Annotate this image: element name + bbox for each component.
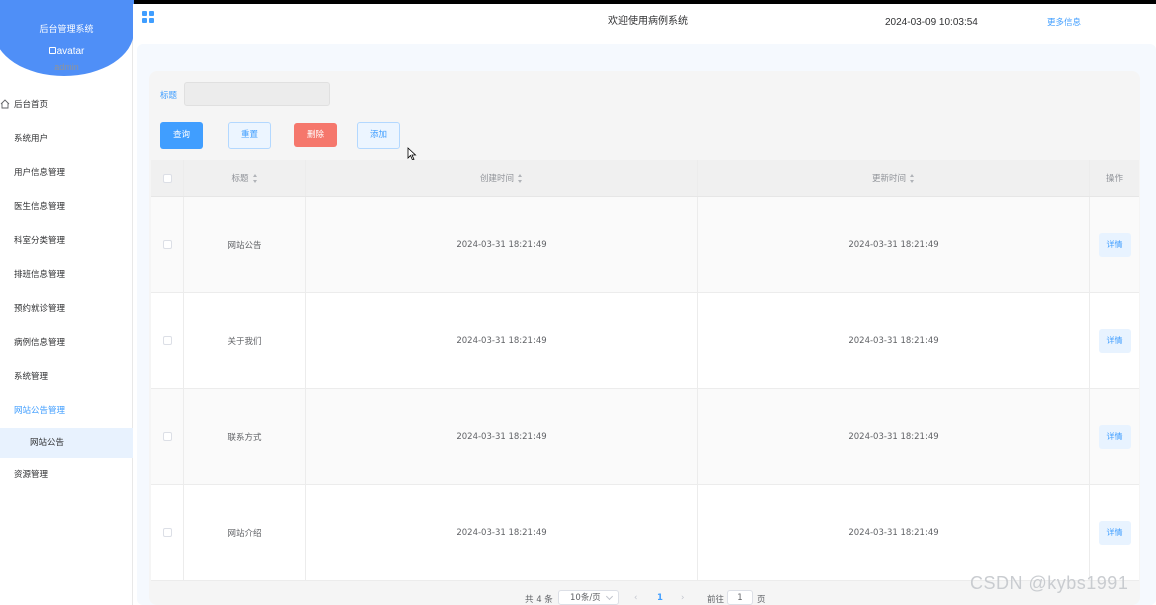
reset-button[interactable]: 重置: [228, 122, 271, 149]
table-row: 联系方式 2024-03-31 18:21:49 2024-03-31 18:2…: [151, 389, 1139, 485]
table-row: 关于我们 2024-03-31 18:21:49 2024-03-31 18:2…: [151, 293, 1139, 389]
cell-action: 详情: [1090, 197, 1139, 292]
add-button[interactable]: 添加: [357, 122, 400, 149]
cell-updated: 2024-03-31 18:21:49: [698, 197, 1090, 292]
sidebar-item-label: 用户信息管理: [14, 168, 66, 178]
header: 欢迎使用病例系统 2024-03-09 10:03:54 更多信息: [133, 4, 1156, 40]
broken-image-icon: [48, 47, 56, 54]
cell-action: 详情: [1090, 293, 1139, 388]
cell-action: 详情: [1090, 485, 1139, 580]
detail-button[interactable]: 详情: [1098, 232, 1131, 257]
menu-toggle-icon[interactable]: [142, 11, 154, 23]
row-checkbox[interactable]: [162, 432, 172, 441]
prev-page-button[interactable]: ‹: [634, 593, 637, 603]
cell-created: 2024-03-31 18:21:49: [306, 485, 698, 580]
username: admin: [54, 62, 79, 72]
sidebar-item-doctor-info[interactable]: 医生信息管理: [0, 190, 133, 224]
row-checkbox-cell: [151, 293, 184, 388]
page-number-current[interactable]: 1: [657, 593, 663, 603]
sidebar-item-appointment[interactable]: 预约就诊管理: [0, 292, 133, 326]
query-button[interactable]: 查询: [160, 122, 203, 149]
sidebar-item-system-manage[interactable]: 系统管理: [0, 360, 133, 394]
detail-button[interactable]: 详情: [1098, 520, 1131, 545]
sidebar-item-department[interactable]: 科室分类管理: [0, 224, 133, 258]
column-header-created[interactable]: 创建时间: [306, 160, 698, 196]
page-title: 欢迎使用病例系统: [608, 16, 688, 27]
cell-action: 详情: [1090, 389, 1139, 484]
pagination-total: 共 4 条: [525, 595, 553, 605]
cell-created: 2024-03-31 18:21:49: [306, 389, 698, 484]
more-info-link[interactable]: 更多信息: [1047, 16, 1081, 28]
sidebar-item-schedule[interactable]: 排班信息管理: [0, 258, 133, 292]
search-label: 标题: [160, 91, 178, 101]
sidebar-item-label: 系统用户: [14, 134, 49, 144]
cell-title: 联系方式: [184, 389, 306, 484]
sidebar-item-case-info[interactable]: 病例信息管理: [0, 326, 133, 360]
sidebar-item-label: 资源管理: [14, 470, 49, 480]
detail-button[interactable]: 详情: [1098, 328, 1131, 353]
detail-button[interactable]: 详情: [1098, 424, 1131, 449]
datetime: 2024-03-09 10:03:54: [885, 17, 978, 28]
select-all-checkbox[interactable]: [162, 173, 172, 183]
goto-label: 前往: [707, 595, 725, 605]
row-checkbox[interactable]: [162, 528, 172, 537]
avatar: avatar: [0, 46, 133, 57]
sidebar-item-label: 预约就诊管理: [14, 304, 66, 314]
title-search-input[interactable]: [184, 82, 330, 106]
home-icon: [0, 99, 10, 109]
sidebar-item-user-info[interactable]: 用户信息管理: [0, 156, 133, 190]
header-checkbox-cell: [151, 160, 184, 196]
table-header: 标题 创建时间 更新时间 操作: [151, 160, 1139, 197]
row-checkbox-cell: [151, 197, 184, 292]
row-checkbox-cell: [151, 389, 184, 484]
delete-button[interactable]: 删除: [294, 123, 337, 147]
sidebar-menu: 后台首页 系统用户 用户信息管理 医生信息管理 科室分类管理 排班信息管理 预约…: [0, 88, 133, 492]
row-checkbox[interactable]: [162, 336, 172, 345]
row-checkbox[interactable]: [162, 240, 172, 249]
page-size-select[interactable]: 10条/页: [558, 590, 619, 605]
sidebar-item-label: 排班信息管理: [14, 270, 66, 280]
cell-title: 网站介绍: [184, 485, 306, 580]
column-header-action: 操作: [1105, 174, 1123, 184]
cell-updated: 2024-03-31 18:21:49: [698, 485, 1090, 580]
notice-table: 标题 创建时间 更新时间 操作 网站公告 2024-03-31 18:21:49…: [151, 160, 1139, 581]
page-suffix: 页: [757, 595, 766, 605]
goto-page-input[interactable]: 1: [727, 590, 753, 605]
watermark: CSDN @kybs1991: [970, 573, 1129, 593]
sort-icon[interactable]: [910, 173, 915, 183]
cell-created: 2024-03-31 18:21:49: [306, 197, 698, 292]
cell-updated: 2024-03-31 18:21:49: [698, 293, 1090, 388]
chevron-down-icon: [605, 592, 614, 601]
sidebar-item-label: 科室分类管理: [14, 236, 66, 246]
cell-title: 关于我们: [184, 293, 306, 388]
column-header-title[interactable]: 标题: [184, 160, 306, 196]
sidebar-item-label: 系统管理: [14, 372, 49, 382]
sidebar-item-notice-manage[interactable]: 网站公告管理: [0, 394, 133, 428]
mouse-cursor-icon: [407, 147, 417, 161]
sidebar-item-label: 医生信息管理: [14, 202, 66, 212]
sort-icon[interactable]: [252, 173, 258, 183]
next-page-button[interactable]: ›: [681, 593, 684, 603]
brand-title: 后台管理系统: [39, 25, 94, 35]
sidebar-item-resources[interactable]: 资源管理: [0, 458, 133, 492]
sidebar-item-system-users[interactable]: 系统用户: [0, 122, 133, 156]
sidebar-subitem-notice[interactable]: 网站公告: [0, 428, 133, 458]
table-row: 网站公告 2024-03-31 18:21:49 2024-03-31 18:2…: [151, 197, 1139, 293]
row-checkbox-cell: [151, 485, 184, 580]
cell-updated: 2024-03-31 18:21:49: [698, 389, 1090, 484]
sidebar-item-label: 网站公告管理: [14, 406, 66, 416]
cell-created: 2024-03-31 18:21:49: [306, 293, 698, 388]
sidebar-item-label: 后台首页: [14, 100, 49, 110]
table-row: 网站介绍 2024-03-31 18:21:49 2024-03-31 18:2…: [151, 485, 1139, 581]
sidebar-item-label: 网站公告: [30, 438, 65, 448]
sort-icon[interactable]: [518, 173, 523, 183]
avatar-alt-text: avatar: [56, 46, 85, 57]
sidebar-item-label: 病例信息管理: [14, 338, 66, 348]
cell-title: 网站公告: [184, 197, 306, 292]
sidebar: 后台管理系统 avatar admin 后台首页 系统用户 用户信息管理 医生信…: [0, 0, 134, 605]
column-header-updated[interactable]: 更新时间: [698, 160, 1090, 196]
sidebar-item-home[interactable]: 后台首页: [0, 88, 133, 122]
